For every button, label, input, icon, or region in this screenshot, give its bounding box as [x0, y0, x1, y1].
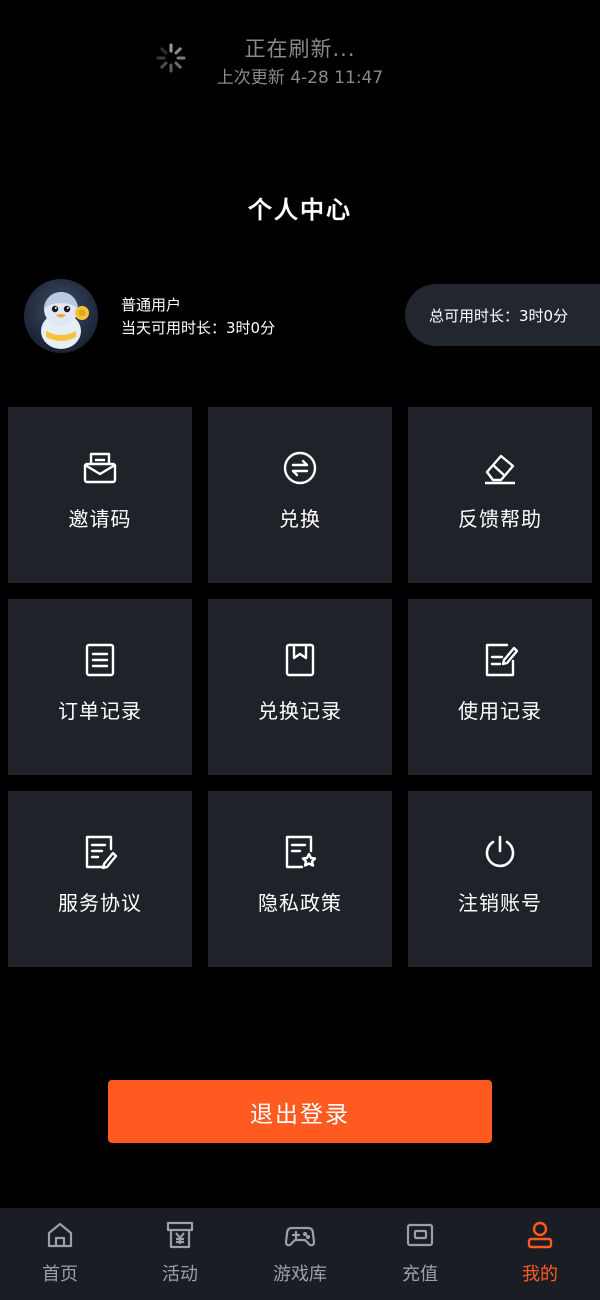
user-type: 普通用户	[121, 296, 182, 314]
today-available-time: 当天可用时长：3时0分	[121, 319, 276, 337]
gamepad-icon	[285, 1226, 315, 1247]
eraser-icon	[485, 454, 515, 485]
feedback-help-tile[interactable]: 反馈帮助	[408, 407, 592, 583]
usage-records-tile[interactable]: 使用记录	[408, 599, 592, 775]
tile-label: 隐私政策	[258, 891, 342, 915]
tile-label: 注销账号	[458, 891, 542, 915]
avatar[interactable]	[24, 279, 98, 353]
nav-label: 游戏库	[273, 1264, 327, 1285]
exchange-icon	[283, 451, 317, 485]
bookmark-icon	[285, 643, 315, 677]
tile-label: 服务协议	[58, 891, 142, 915]
envelope-icon	[83, 452, 117, 484]
tile-label: 兑换记录	[258, 699, 342, 723]
nav-label: 首页	[42, 1264, 78, 1285]
nav-label: 活动	[162, 1264, 198, 1285]
exchange-records-tile[interactable]: 兑换记录	[208, 599, 392, 775]
logout-button[interactable]: 退出登录	[108, 1080, 492, 1143]
tile-label: 使用记录	[458, 699, 542, 723]
privacy-policy-tile[interactable]: 隐私政策	[208, 791, 392, 967]
service-agreement-tile[interactable]: 服务协议	[8, 791, 192, 967]
edit-document-icon	[485, 643, 518, 677]
page-title: 个人中心	[248, 196, 352, 224]
profile-page: 正在刷新... 上次更新 4-28 11:47 个人中心 普通用户 当天可用时长…	[0, 0, 600, 1300]
tile-label: 反馈帮助	[458, 507, 542, 531]
tile-label: 订单记录	[58, 699, 142, 723]
refresh-status: 正在刷新...	[244, 37, 356, 61]
activity-icon	[166, 1221, 194, 1249]
document-icon	[85, 643, 115, 677]
nav-label: 充值	[402, 1264, 438, 1285]
exchange-tile[interactable]: 兑换	[208, 407, 392, 583]
tile-label: 兑换	[279, 507, 321, 531]
agreement-icon	[85, 835, 118, 870]
bottom-nav: 首页 活动 游戏库 充值 我的	[0, 1208, 600, 1300]
user-icon	[527, 1221, 553, 1249]
order-records-tile[interactable]: 订单记录	[8, 599, 192, 775]
nav-item-activity[interactable]: 活动	[120, 1208, 240, 1300]
wallet-icon	[406, 1223, 434, 1247]
penguin-avatar-icon	[41, 292, 89, 349]
cancel-account-tile[interactable]: 注销账号	[408, 791, 592, 967]
tile-label: 邀请码	[68, 507, 132, 531]
home-icon	[47, 1222, 73, 1248]
nav-item-game-library[interactable]: 游戏库	[240, 1208, 360, 1300]
nav-label: 我的	[522, 1264, 558, 1285]
privacy-star-icon	[285, 835, 317, 869]
nav-item-mine[interactable]: 我的	[480, 1208, 600, 1300]
nav-item-home[interactable]: 首页	[0, 1208, 120, 1300]
last-update-time: 上次更新 4-28 11:47	[216, 68, 384, 88]
invite-code-tile[interactable]: 邀请码	[8, 407, 192, 583]
power-icon	[485, 835, 515, 868]
nav-item-recharge[interactable]: 充值	[360, 1208, 480, 1300]
total-available-time: 总可用时长：3时0分	[405, 284, 600, 346]
